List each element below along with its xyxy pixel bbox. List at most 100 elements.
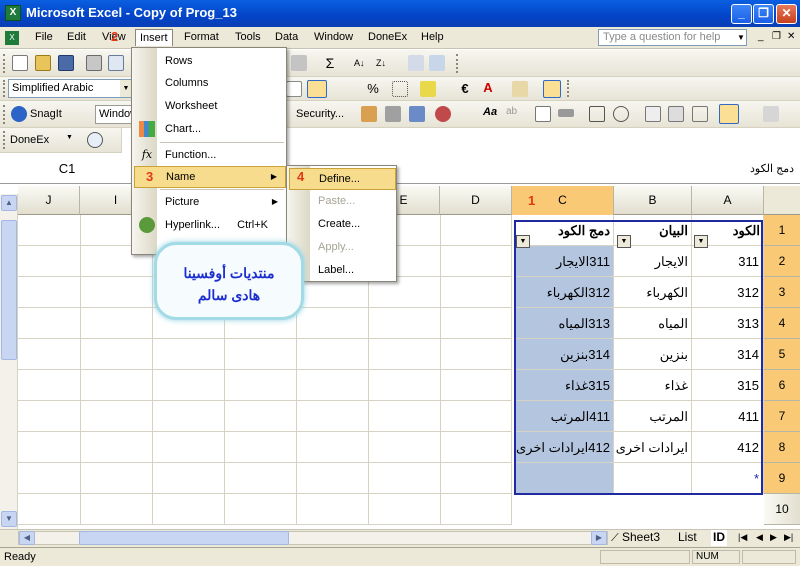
combobox-icon[interactable]	[668, 106, 684, 122]
column-header-b[interactable]: B	[614, 186, 692, 215]
font-name-select[interactable]: Simplified Arabic ▼	[8, 79, 133, 98]
print-icon[interactable]	[86, 55, 102, 71]
scroll-thumb[interactable]	[1, 220, 17, 360]
new-icon[interactable]	[12, 55, 28, 71]
menu-item-worksheet[interactable]: Worksheet	[134, 95, 286, 117]
menu-data[interactable]: Data	[275, 31, 298, 43]
save-icon[interactable]	[58, 55, 74, 71]
radio-icon[interactable]	[613, 106, 629, 122]
row-header-9[interactable]: 9	[764, 463, 800, 494]
tab-id[interactable]: ID	[711, 530, 727, 546]
percent-icon[interactable]: %	[365, 81, 381, 97]
textbox-icon[interactable]: Aa	[483, 106, 499, 122]
menu-item-name[interactable]: Name ▶	[134, 166, 286, 188]
align-center-icon[interactable]	[286, 81, 302, 97]
checkbox-icon[interactable]	[589, 106, 605, 122]
doc-restore-icon[interactable]: ❐	[772, 31, 781, 42]
zoom-icon[interactable]	[87, 132, 103, 148]
menu-item-rows[interactable]: Rows	[134, 50, 286, 72]
row-header-10[interactable]: 10	[764, 494, 800, 525]
frame-icon[interactable]	[535, 106, 551, 122]
restore-button[interactable]: ❐	[753, 4, 774, 24]
label-icon[interactable]: ab	[506, 106, 522, 122]
menu-item-define[interactable]: Define...	[289, 168, 396, 190]
scroll-right-icon[interactable]: ▶	[591, 531, 607, 545]
tab-list[interactable]: List	[678, 530, 697, 546]
autosum-icon[interactable]: Σ	[322, 55, 338, 71]
window-select[interactable]: Window	[95, 105, 133, 124]
doc-close-icon[interactable]: ✕	[787, 31, 795, 42]
toggle-grid-icon[interactable]	[719, 104, 739, 124]
tab-first-icon[interactable]: |◀	[738, 530, 747, 546]
autofilter-a-dropdown-icon[interactable]: ▼	[694, 235, 708, 248]
menu-item-create[interactable]: Create...	[289, 213, 396, 235]
drawing-icon[interactable]	[429, 55, 445, 71]
snagit-icon[interactable]	[11, 106, 27, 122]
close-button[interactable]: ✕	[776, 4, 797, 24]
row-header-4[interactable]: 4	[764, 308, 800, 339]
menu-help[interactable]: Help	[421, 31, 444, 43]
row-header-1[interactable]: 1	[764, 215, 800, 246]
menu-item-chart[interactable]: Chart...	[134, 118, 286, 140]
row-header-5[interactable]: 5	[764, 339, 800, 370]
select-all-corner[interactable]	[764, 186, 800, 215]
print-preview-icon[interactable]	[108, 55, 124, 71]
menu-tools[interactable]: Tools	[235, 31, 261, 43]
name-box[interactable]: C1	[2, 158, 132, 180]
menu-format[interactable]: Format	[184, 31, 219, 43]
menu-item-columns[interactable]: Columns	[134, 72, 286, 94]
column-header-j[interactable]: J	[18, 186, 80, 215]
edit-icon[interactable]	[409, 106, 425, 122]
euro-icon[interactable]: €	[457, 81, 473, 97]
align-right-icon[interactable]	[307, 80, 327, 98]
sheet-direction-icon[interactable]	[512, 81, 528, 97]
menu-item-function[interactable]: fx Function...	[134, 144, 286, 166]
doneex-button[interactable]: DoneEx	[10, 134, 49, 146]
tab-sheet3[interactable]: Sheet3	[622, 530, 660, 546]
doc-minimize-icon[interactable]: _	[758, 31, 764, 42]
autofilter-b-dropdown-icon[interactable]: ▼	[617, 235, 631, 248]
horizontal-scrollbar[interactable]: ◀ ▶	[18, 531, 608, 545]
hscroll-thumb[interactable]	[79, 531, 289, 545]
minimize-button[interactable]: _	[731, 4, 752, 24]
scroll-left-icon[interactable]: ◀	[19, 531, 35, 545]
excel-app-icon[interactable]: X	[5, 5, 21, 21]
button-control-icon[interactable]	[558, 109, 574, 117]
scrollbar-control-icon[interactable]	[692, 106, 708, 122]
sort-ascending-icon[interactable]: A↓	[354, 55, 370, 71]
properties-icon[interactable]	[763, 106, 779, 122]
row-header-3[interactable]: 3	[764, 277, 800, 308]
undo-icon[interactable]	[291, 55, 307, 71]
menu-item-hyperlink[interactable]: Hyperlink... Ctrl+K	[134, 214, 286, 236]
row-header-7[interactable]: 7	[764, 401, 800, 432]
menu-item-picture[interactable]: Picture ▶	[134, 191, 286, 213]
formula-content[interactable]: دمج الكود	[750, 162, 794, 175]
menu-edit[interactable]: Edit	[67, 31, 86, 43]
help-dropdown-icon[interactable]: ▼	[735, 29, 747, 46]
right-to-left-icon[interactable]	[543, 80, 561, 98]
row-header-6[interactable]: 6	[764, 370, 800, 401]
vertical-scrollbar[interactable]: ▲ ▼	[0, 194, 18, 529]
scroll-up-icon[interactable]: ▲	[1, 195, 17, 211]
doneex-dropdown-icon[interactable]: ▼	[66, 134, 73, 141]
tab-last-icon[interactable]: ▶|	[784, 530, 793, 546]
menu-file[interactable]: File	[35, 31, 53, 43]
security-button[interactable]: Security...	[296, 108, 344, 120]
autofilter-c-dropdown-icon[interactable]: ▼	[516, 235, 530, 248]
column-header-d[interactable]: D	[440, 186, 512, 215]
workbook-icon[interactable]: X	[5, 31, 19, 45]
record-icon[interactable]	[435, 106, 451, 122]
fill-color-icon[interactable]	[420, 81, 436, 97]
tools-icon[interactable]	[385, 106, 401, 122]
snagit-button[interactable]: SnagIt	[30, 108, 62, 120]
listbox-icon[interactable]	[645, 106, 661, 122]
open-icon[interactable]	[35, 55, 51, 71]
menu-window[interactable]: Window	[314, 31, 353, 43]
column-header-a[interactable]: A	[692, 186, 764, 215]
font-color-icon[interactable]: A	[480, 80, 496, 96]
menu-insert[interactable]: Insert	[135, 29, 173, 46]
tab-prev-icon[interactable]: ◀	[756, 530, 763, 546]
tab-split-icon[interactable]: ⟋	[611, 531, 619, 547]
scroll-down-icon[interactable]: ▼	[1, 511, 17, 527]
row-header-2[interactable]: 2	[764, 246, 800, 277]
